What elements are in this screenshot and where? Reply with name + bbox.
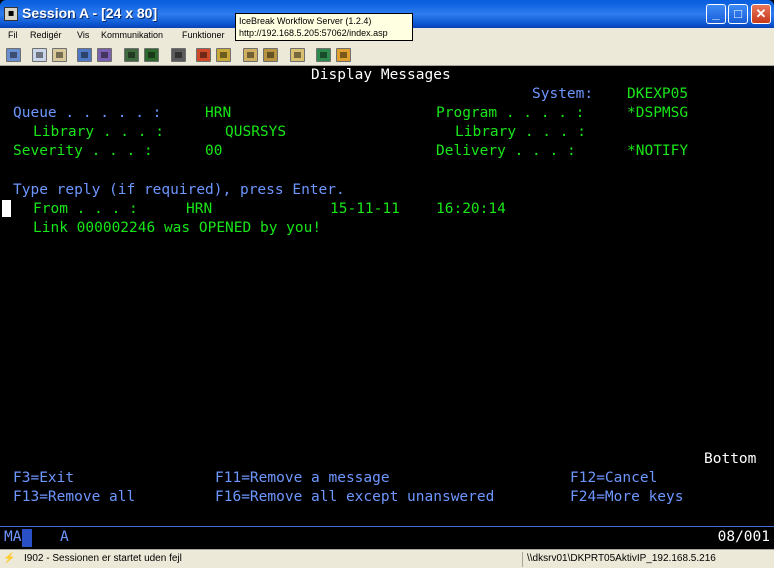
connection-status-icon: ⚡ <box>3 553 16 564</box>
minimize-button[interactable]: _ <box>706 4 726 24</box>
globe-icon[interactable] <box>316 48 331 62</box>
status-divider <box>522 552 523 567</box>
edit-icon[interactable] <box>336 48 351 62</box>
f24-more-keys-key[interactable]: F24=More keys <box>570 488 684 506</box>
delivery-label: Delivery . . . : <box>436 143 576 159</box>
program-library-label: Library . . . : <box>455 124 586 140</box>
tooltip-url: http://192.168.5.205:57062/index.asp <box>239 28 388 38</box>
from-label: From . . . : <box>33 201 138 217</box>
f16-remove-unanswered-key[interactable]: F16=Remove all except unanswered <box>215 488 494 506</box>
tooltip-title: IceBreak Workflow Server (1.2.4) <box>239 16 372 26</box>
system-label: System: <box>532 86 594 102</box>
maximize-button[interactable]: □ <box>728 4 748 24</box>
system-value: DKEXP05 <box>627 86 689 102</box>
instruction-text: Type reply (if required), press Enter. <box>13 182 345 198</box>
f12-cancel-key[interactable]: F12=Cancel <box>570 469 657 487</box>
close-button[interactable]: ✕ <box>751 4 771 24</box>
queue-value: HRN <box>205 105 232 121</box>
f13-remove-all-key[interactable]: F13=Remove all <box>13 488 135 506</box>
menu-item-view[interactable]: Vis <box>77 30 89 40</box>
color-icon[interactable] <box>144 48 159 62</box>
printer-session-info: \\dksrv01\DKPRT05AktivIP_192.168.5.216 <box>527 553 716 564</box>
copy-icon[interactable] <box>32 48 47 62</box>
severity-value: 00 <box>205 143 223 159</box>
receive-icon[interactable] <box>97 48 112 62</box>
clipboard-icon[interactable] <box>243 48 258 62</box>
menu-item-functions[interactable]: Funktioner <box>182 30 225 40</box>
from-time: 16:20:14 <box>436 201 506 217</box>
program-label: Program . . . . : <box>436 105 585 121</box>
print-screen-icon[interactable] <box>6 48 21 62</box>
oia-ma-indicator: MA <box>4 529 22 545</box>
toolbar <box>0 44 774 66</box>
library-value: QUSRSYS <box>225 124 287 140</box>
f3-exit-key[interactable]: F3=Exit <box>13 469 74 487</box>
queue-label: Queue . . . . . : <box>13 105 162 121</box>
oia-highlight <box>22 529 32 547</box>
status-bar: ⚡ I902 - Sessionen er startet uden fejl … <box>0 549 774 568</box>
stop-macro-icon[interactable] <box>216 48 231 62</box>
tooltip: IceBreak Workflow Server (1.2.4) http://… <box>235 13 413 41</box>
paste-icon[interactable] <box>52 48 67 62</box>
delivery-value: *NOTIFY <box>627 143 689 159</box>
clipboard-2-icon[interactable] <box>263 48 278 62</box>
menu-item-communication[interactable]: Kommunikation <box>101 30 163 40</box>
program-value: *DSPMSG <box>627 105 689 121</box>
message-text: Link 000002246 was OPENED by you! <box>33 220 322 236</box>
cursor-position: 08/001 <box>717 529 770 545</box>
record-macro-icon[interactable] <box>171 48 186 62</box>
window-title: Session A - [24 x 80] <box>22 5 158 21</box>
menu-item-file[interactable]: Fil <box>8 30 18 40</box>
bottom-indicator: Bottom <box>704 451 757 467</box>
text-cursor <box>2 200 11 217</box>
play-macro-icon[interactable] <box>196 48 211 62</box>
note-icon[interactable] <box>290 48 305 62</box>
library-label: Library . . . : <box>33 124 164 140</box>
f11-remove-message-key[interactable]: F11=Remove a message <box>215 469 390 487</box>
from-date: 15-11-11 <box>330 201 400 217</box>
menu-item-edit[interactable]: Redigér <box>30 30 62 40</box>
terminal-screen[interactable]: Display Messages System: DKEXP05 Queue .… <box>0 66 774 526</box>
terminal-app-icon[interactable]: ▪ <box>4 7 18 21</box>
screen-title: Display Messages <box>311 67 451 83</box>
display-icon[interactable] <box>124 48 139 62</box>
send-icon[interactable] <box>77 48 92 62</box>
severity-label: Severity . . . : <box>13 143 153 159</box>
oia-session-indicator: A <box>60 529 69 545</box>
from-user: HRN <box>186 201 213 217</box>
status-message: I902 - Sessionen er startet uden fejl <box>24 553 182 564</box>
operator-info-area: MA A 08/001 <box>0 526 774 548</box>
